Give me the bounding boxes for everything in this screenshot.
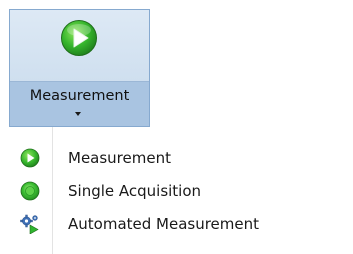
menu-item-label: Single Acquisition	[68, 182, 202, 200]
gears-play-icon	[20, 214, 39, 234]
menu-item-single-acquisition[interactable]: Single Acquisition	[9, 174, 353, 206]
menu-item-measurement[interactable]: Measurement	[9, 141, 353, 173]
measurement-dropdown-toggle[interactable]: Measurement	[10, 82, 149, 126]
menu-item-automated-measurement[interactable]: Automated Measurement	[9, 207, 353, 239]
play-green-icon	[20, 148, 40, 168]
green-dot-icon	[20, 181, 40, 201]
menu-item-label: Automated Measurement	[68, 215, 260, 233]
measurement-button-label: Measurement	[29, 88, 130, 104]
menu-item-label: Measurement	[68, 149, 171, 167]
chevron-down-icon	[75, 112, 81, 116]
play-green-icon	[61, 20, 97, 56]
measurement-button-main[interactable]	[10, 10, 149, 81]
measurement-dropdown-menu: Measurement Single Acquisition Automated…	[9, 127, 353, 254]
measurement-split-button[interactable]: Measurement	[9, 9, 150, 127]
